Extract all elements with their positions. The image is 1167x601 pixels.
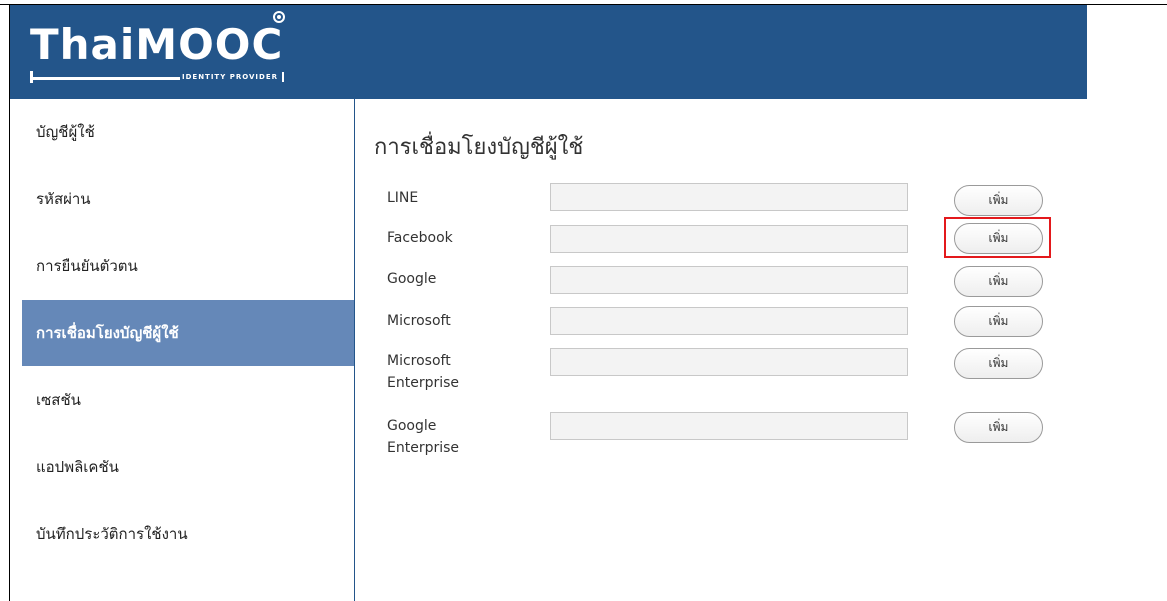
header-bar: ThaiMOOC IDENTITY PROVIDER [10, 5, 1087, 99]
sidebar-item-account[interactable]: บัญชีผู้ใช้ [22, 99, 354, 165]
sidebar-item-activity-log[interactable]: บันทึกประวัติการใช้งาน [22, 501, 354, 567]
add-line-button[interactable]: เพิ่ม [954, 185, 1043, 216]
provider-field-line[interactable] [550, 183, 908, 211]
logo-subtitle: IDENTITY PROVIDER [182, 72, 285, 82]
sidebar-item-label: บันทึกประวัติการใช้งาน [36, 525, 188, 543]
highlight-box [944, 217, 1051, 258]
sidebar-item-sessions[interactable]: เซสชัน [22, 367, 354, 433]
logo-text: ThaiMOOC [30, 20, 284, 69]
add-microsoft-button[interactable]: เพิ่ม [954, 306, 1043, 337]
sidebar-item-applications[interactable]: แอปพลิเคชัน [22, 434, 354, 500]
provider-label-google: Google [387, 271, 437, 287]
provider-label-google-enterprise: Google Enterprise [387, 418, 460, 456]
add-google-enterprise-button[interactable]: เพิ่ม [954, 412, 1043, 443]
sidebar-item-label: บัญชีผู้ใช้ [36, 123, 95, 141]
thaimooc-logo[interactable]: ThaiMOOC IDENTITY PROVIDER [30, 9, 292, 89]
sidebar-item-verification[interactable]: การยืนยันตัวตน [22, 233, 354, 299]
provider-label-microsoft-enterprise: Microsoft Enterprise [387, 353, 460, 391]
provider-field-microsoft-enterprise[interactable] [550, 348, 908, 376]
sidebar-item-label: แอปพลิเคชัน [36, 458, 119, 476]
provider-field-microsoft[interactable] [550, 307, 908, 335]
provider-label-facebook: Facebook [387, 230, 453, 246]
main-content: การเชื่อมโยงบัญชีผู้ใช้ LINE เพิ่ม Faceb… [355, 99, 1087, 601]
add-google-button[interactable]: เพิ่ม [954, 266, 1043, 297]
sidebar-item-linked-accounts[interactable]: การเชื่อมโยงบัญชีผู้ใช้ [22, 300, 354, 366]
add-microsoft-enterprise-button[interactable]: เพิ่ม [954, 348, 1043, 379]
provider-field-google-enterprise[interactable] [550, 412, 908, 440]
sidebar-item-label: เซสชัน [36, 391, 81, 409]
sidebar-item-label: รหัสผ่าน [36, 190, 91, 208]
sidebar-item-label: การยืนยันตัวตน [36, 257, 138, 275]
registered-icon [273, 11, 285, 23]
sidebar-item-password[interactable]: รหัสผ่าน [22, 166, 354, 232]
logo-underline [30, 77, 180, 80]
sidebar-item-label: การเชื่อมโยงบัญชีผู้ใช้ [36, 324, 179, 342]
provider-field-google[interactable] [550, 266, 908, 294]
sidebar-nav: บัญชีผู้ใช้ รหัสผ่าน การยืนยันตัวตน การเ… [22, 99, 355, 601]
provider-label-line: LINE [387, 190, 419, 206]
provider-label-microsoft: Microsoft [387, 313, 451, 329]
page-title: การเชื่อมโยงบัญชีผู้ใช้ [374, 135, 584, 160]
provider-field-facebook[interactable] [550, 225, 908, 253]
